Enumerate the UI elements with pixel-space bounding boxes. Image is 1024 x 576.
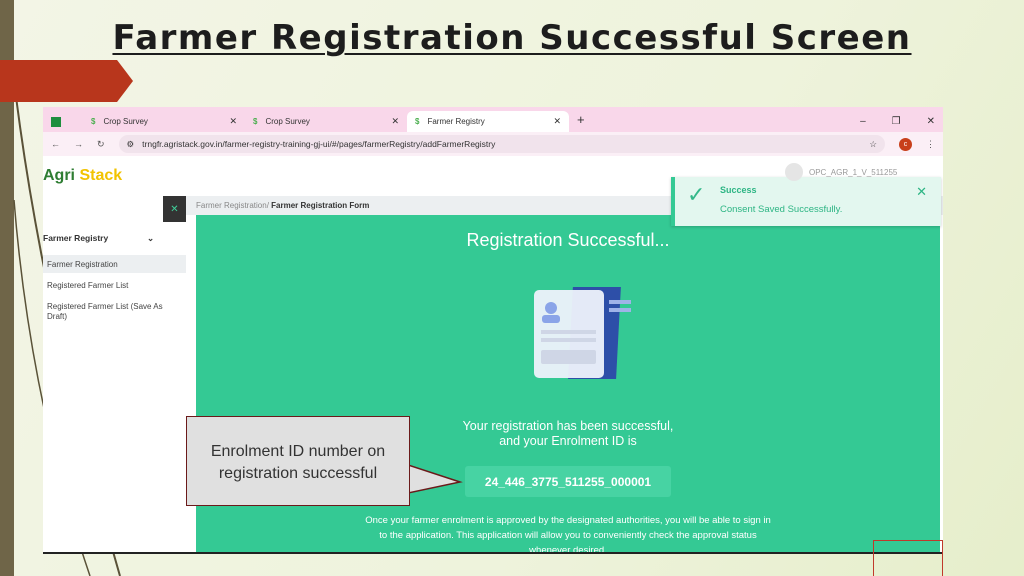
approval-note: Once your farmer enrolment is approved b… [365,515,771,554]
address-bar-row: ← → ↻ ⚙ trngfr.agristack.gov.in/farmer-regi… [43,132,943,156]
new-tab-button[interactable]: + [569,112,593,132]
site-settings-icon[interactable]: ⚙ [127,139,135,150]
toast-title: Success [720,185,757,195]
chevron-down-icon: ⌄ [147,233,155,243]
bookmark-star-icon[interactable]: ☆ [869,139,877,150]
close-window-icon[interactable]: ✕ [927,116,935,127]
close-toast-icon[interactable]: ✕ [916,184,927,200]
decorative-red-box [873,540,943,576]
agristack-favicon: $ [415,117,420,126]
close-tab-icon[interactable]: ✕ [229,116,237,127]
user-avatar [785,163,803,181]
check-icon: ✓ [687,182,706,207]
sidebar: Farmer Registry ⌄ Farmer Registration Reg… [43,195,186,552]
back-icon[interactable]: ← [51,139,60,149]
agristack-logo: Agri Stack [43,167,123,184]
success-toast: ✓ Success Consent Saved Successfully. ✕ [671,177,941,226]
sidebar-item-registered-farmer-list[interactable]: Registered Farmer List [43,281,186,290]
tab-crop-survey-2[interactable]: $ Crop Survey ✕ [245,111,407,132]
agristack-favicon: $ [91,117,96,126]
tab-farmer-registry[interactable]: $ Farmer Registry ✕ [407,111,569,132]
restore-icon[interactable]: ❐ [892,116,901,127]
enrolment-id: 24_446_3775_511255_000001 [465,466,671,497]
url-input[interactable]: ⚙ trngfr.agristack.gov.in/farmer-registry… [118,135,885,153]
sidebar-item-farmer-registration[interactable]: Farmer Registration [43,255,186,273]
tab-sheets[interactable] [43,111,83,132]
agristack-favicon: $ [253,117,258,126]
callout-box: Enrolment ID number on registration succ… [186,416,410,506]
slide-title: Farmer Registration Successful Screen [112,18,912,58]
toast-message: Consent Saved Successfully. [720,204,843,215]
close-tab-icon[interactable]: ✕ [391,116,399,127]
user-name: OPC_AGR_1_V_511255 [809,167,898,177]
sheets-icon [51,116,61,127]
forward-icon[interactable]: → [74,139,83,149]
sidebar-heading[interactable]: Farmer Registry ⌄ [43,233,154,243]
decorative-arrow [0,60,133,102]
callout-pointer [408,464,463,494]
id-card-icon [534,287,631,379]
tab-bar: $ Crop Survey ✕ $ Crop Survey ✕ $ Farmer Regi… [43,107,943,132]
close-tab-icon[interactable]: ✕ [553,116,561,127]
profile-avatar[interactable]: c [899,137,912,151]
minimize-icon[interactable]: – [860,116,866,127]
reload-icon[interactable]: ↻ [97,139,105,150]
page-title: Registration Successful... [466,230,670,250]
user-menu[interactable]: OPC_AGR_1_V_511255 [785,163,897,181]
close-sidebar-button[interactable]: ✕ [163,196,186,222]
sidebar-item-save-as-draft[interactable]: Registered Farmer List (Save As Draft) [43,302,178,322]
tab-crop-survey-1[interactable]: $ Crop Survey ✕ [83,111,245,132]
browser-screenshot: $ Crop Survey ✕ $ Crop Survey ✕ $ Farmer Regi… [43,107,943,554]
menu-icon[interactable]: ⋮ [926,139,935,150]
